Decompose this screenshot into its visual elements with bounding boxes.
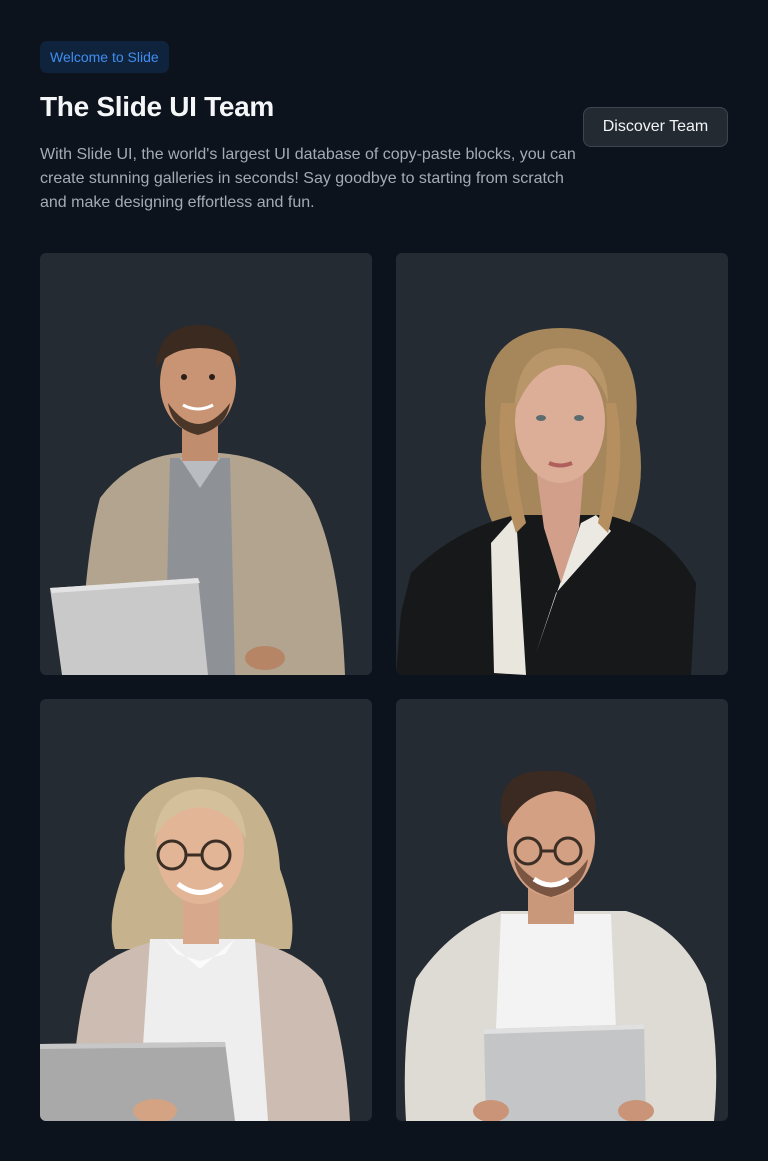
team-member-photo-3 [40, 777, 350, 1121]
team-member-card-1[interactable] [40, 253, 372, 675]
discover-team-button[interactable]: Discover Team [583, 107, 728, 147]
team-section: Welcome to Slide The Slide UI Team With … [0, 0, 768, 1161]
page-title: The Slide UI Team [40, 91, 274, 122]
team-member-card-4[interactable] [396, 699, 728, 1121]
team-member-photo-4 [404, 770, 717, 1121]
team-member-photo-2 [396, 328, 696, 675]
welcome-badge: Welcome to Slide [40, 41, 169, 73]
team-member-photo-1 [50, 325, 345, 675]
team-member-card-3[interactable] [40, 699, 372, 1121]
team-member-card-2[interactable] [396, 253, 728, 675]
page-description: With Slide UI, the world's largest UI da… [40, 146, 576, 211]
